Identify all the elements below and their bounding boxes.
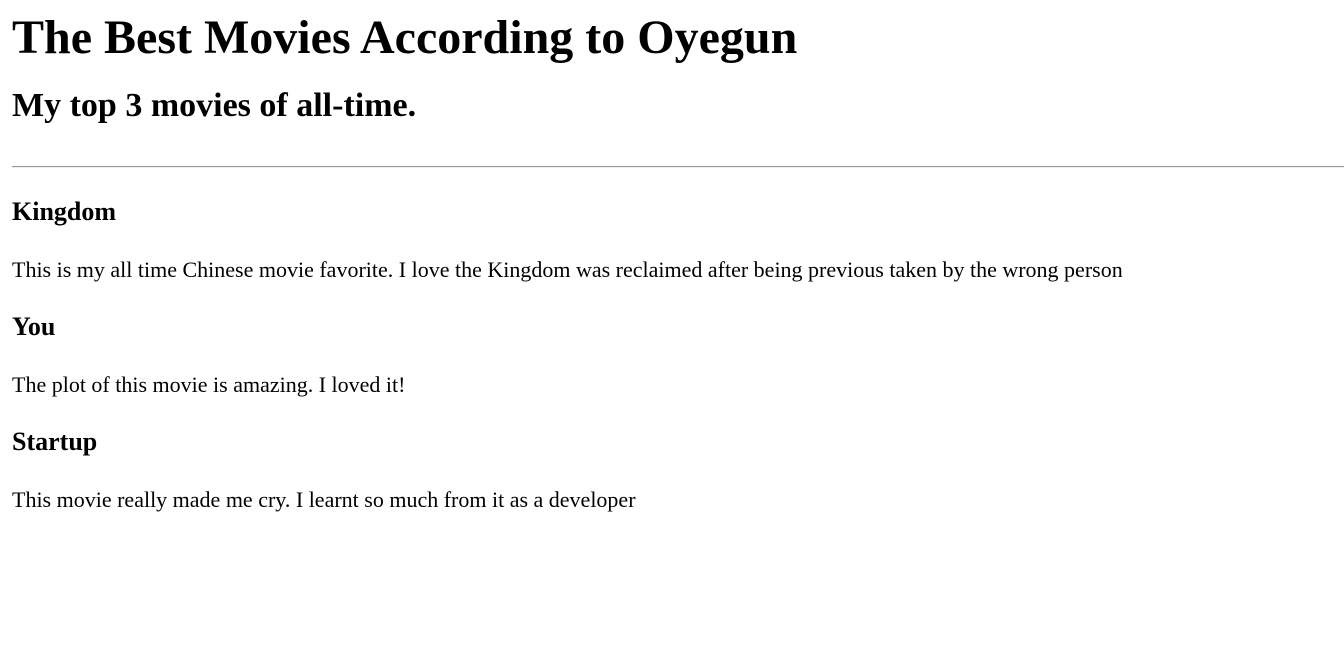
movie-item: Kingdom This is my all time Chinese movi… [12, 196, 1344, 311]
page-title: The Best Movies According to Oyegun [12, 11, 798, 64]
movie-title: Startup [12, 427, 98, 456]
movie-title: You [12, 312, 56, 341]
movie-title: Kingdom [12, 197, 117, 226]
movie-item: You The plot of this movie is amazing. I… [12, 311, 1344, 426]
movie-list: Kingdom This is my all time Chinese movi… [12, 196, 1344, 541]
movie-description: This movie really made me cry. I learnt … [12, 487, 636, 512]
movie-description: This is my all time Chinese movie favori… [12, 257, 1123, 282]
movie-item: Startup This movie really made me cry. I… [12, 426, 1344, 541]
movie-description: The plot of this movie is amazing. I lov… [12, 372, 406, 397]
divider [12, 166, 1344, 168]
header-section: The Best Movies According to Oyegun My t… [0, 0, 1344, 126]
page: The Best Movies According to Oyegun My t… [0, 0, 1344, 652]
page-subtitle: My top 3 movies of all-time. [12, 87, 417, 124]
